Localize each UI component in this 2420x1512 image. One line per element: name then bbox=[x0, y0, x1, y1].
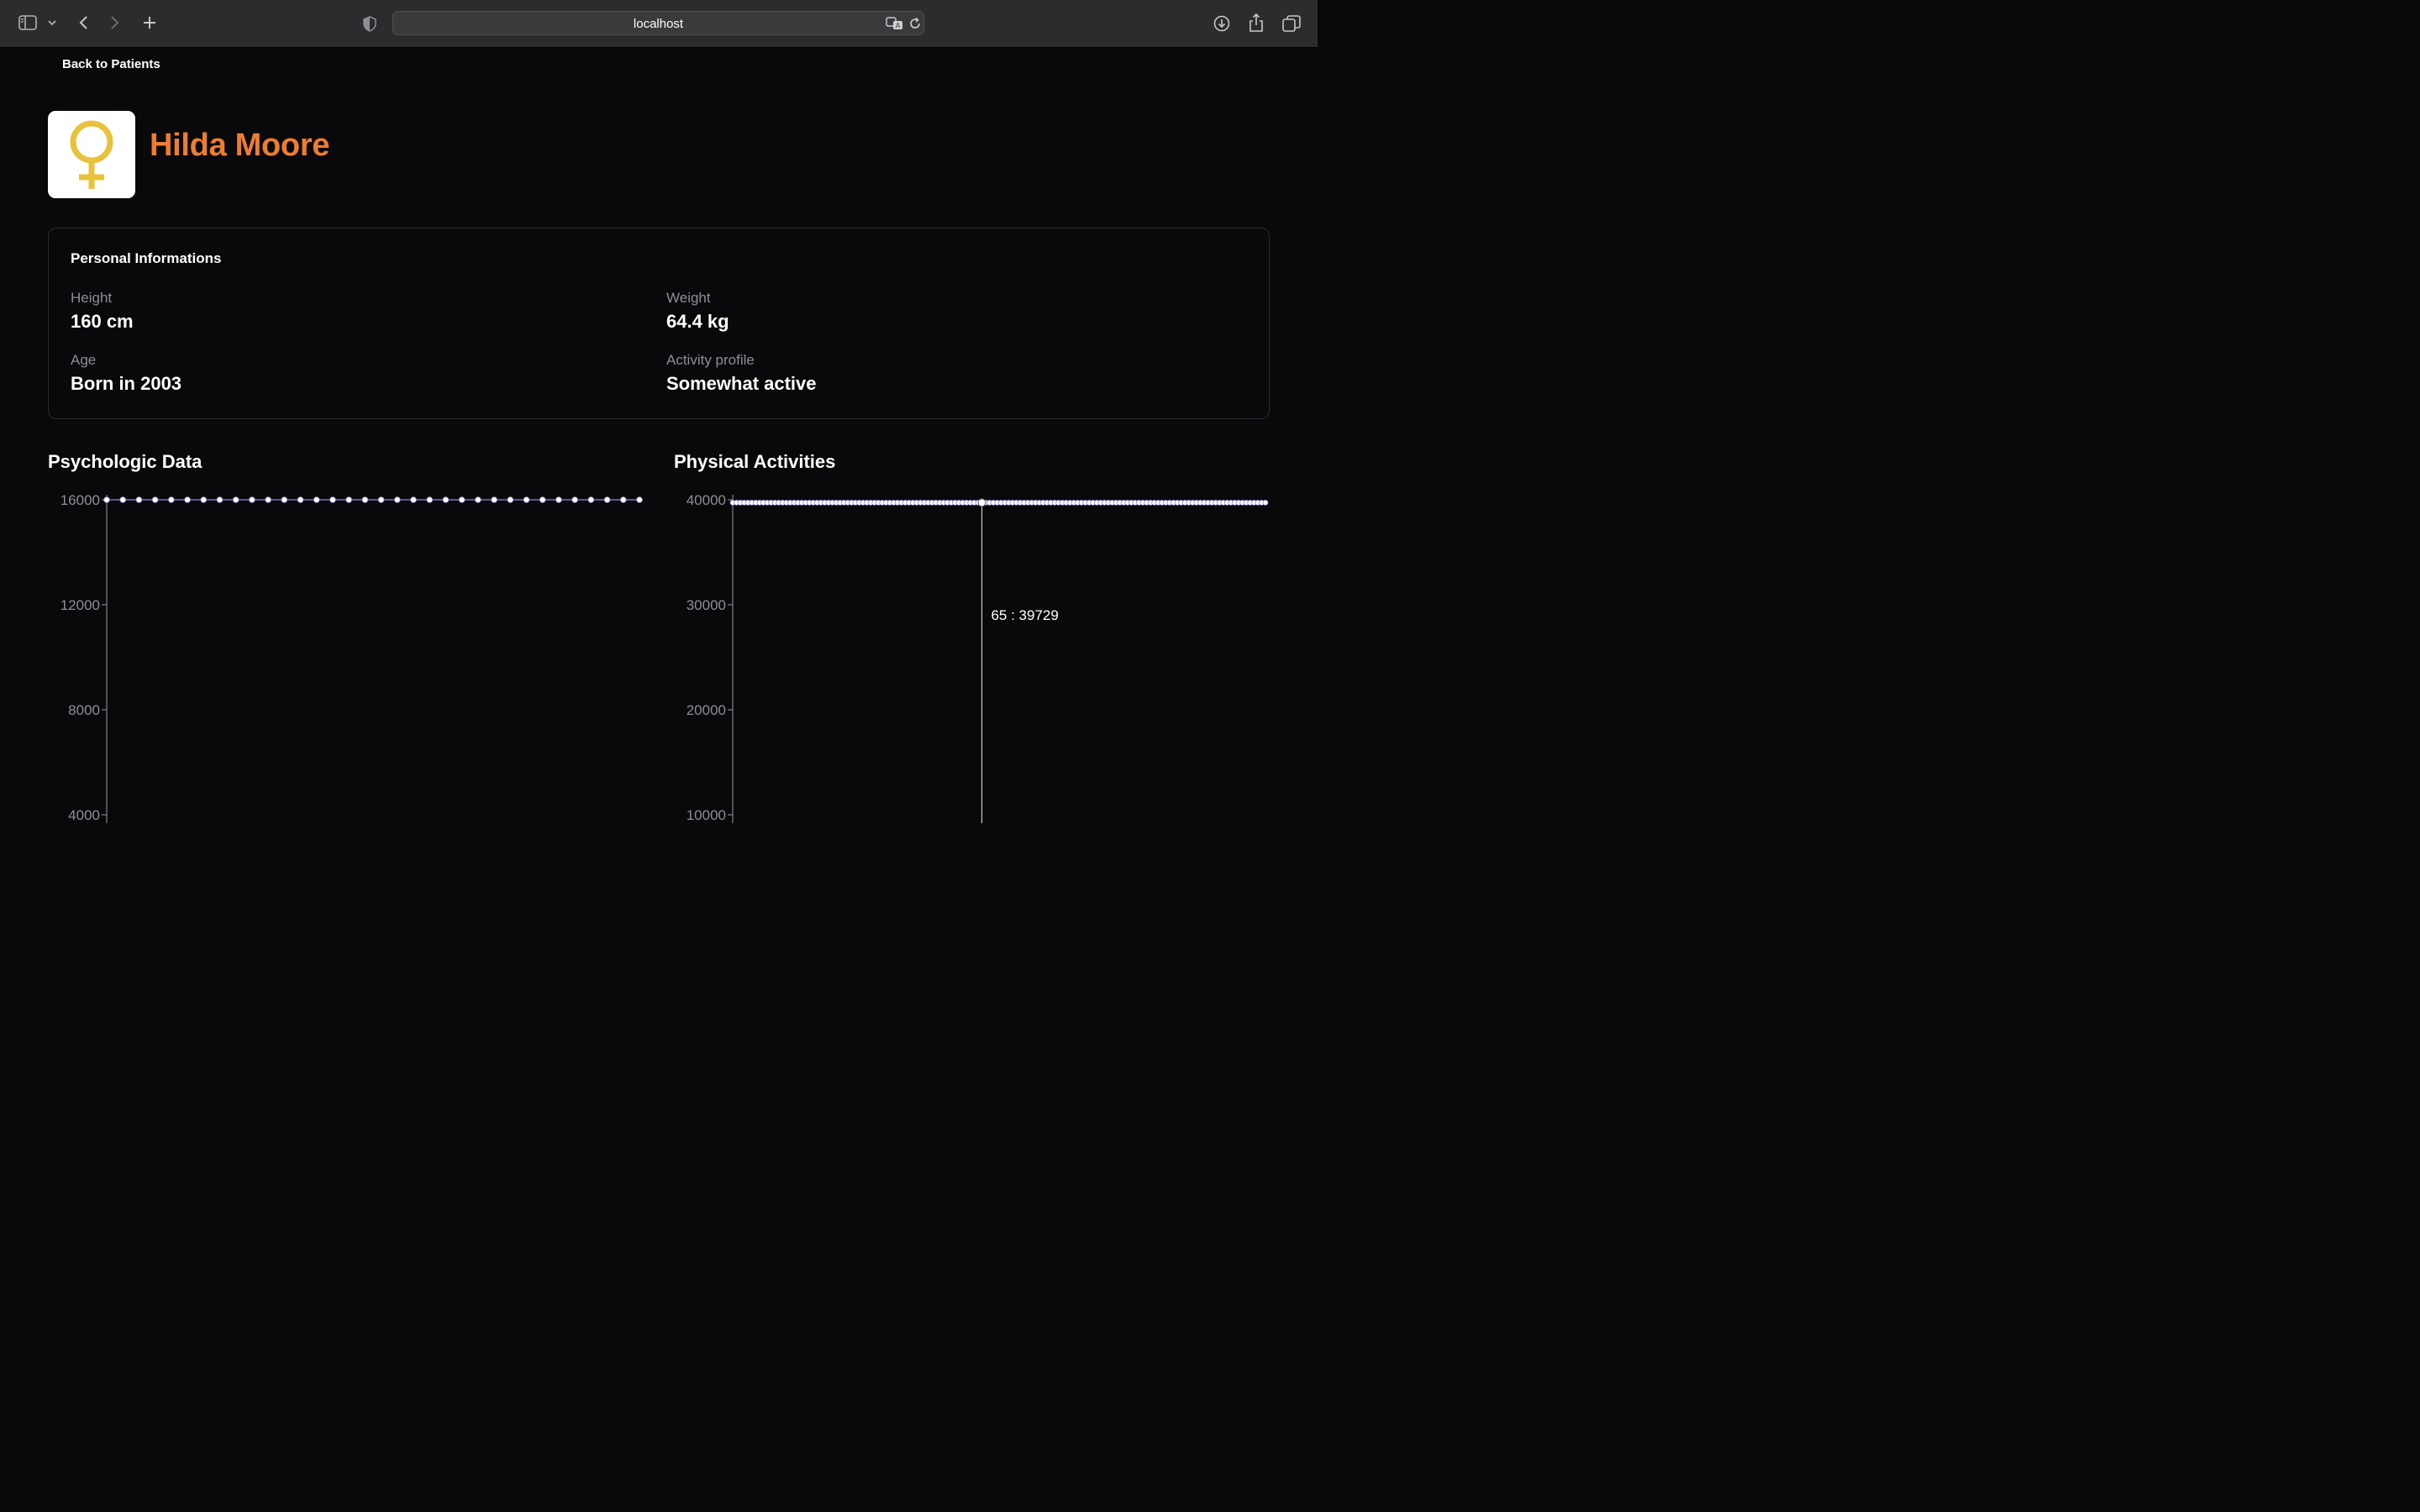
data-point bbox=[184, 496, 191, 503]
svg-text:A: A bbox=[896, 22, 901, 29]
height-label: Height bbox=[71, 290, 113, 306]
share-icon[interactable] bbox=[1247, 13, 1265, 33]
chart-tooltip: 65 : 39729 bbox=[991, 607, 1058, 623]
data-point bbox=[410, 496, 417, 503]
data-point bbox=[587, 496, 595, 503]
data-point bbox=[491, 496, 497, 503]
url-text[interactable]: localhost bbox=[393, 12, 923, 36]
data-point bbox=[394, 496, 401, 503]
y-tick-label: 20000 bbox=[687, 702, 726, 718]
data-point bbox=[297, 496, 304, 503]
weight-label: Weight bbox=[666, 290, 711, 306]
active-data-point bbox=[977, 498, 986, 507]
data-point bbox=[103, 496, 110, 503]
data-point bbox=[1262, 499, 1269, 506]
personal-info-title: Personal Informations bbox=[71, 250, 222, 266]
personal-info-card: Personal Informations Height 160 cm Weig… bbox=[48, 228, 1270, 419]
psychologic-data-title: Psychologic Data bbox=[48, 451, 203, 472]
data-point bbox=[361, 496, 369, 503]
activity-profile-value: Somewhat active bbox=[666, 373, 817, 394]
y-tick-label: 30000 bbox=[687, 597, 726, 613]
activity-profile-label: Activity profile bbox=[666, 352, 755, 368]
weight-value: 64.4 kg bbox=[666, 311, 729, 332]
data-point bbox=[135, 496, 143, 503]
data-point bbox=[603, 496, 611, 503]
tab-overview-icon[interactable] bbox=[1281, 14, 1302, 33]
data-point bbox=[523, 496, 530, 503]
back-to-patients-link[interactable]: Back to Patients bbox=[62, 57, 160, 71]
data-point bbox=[329, 496, 336, 503]
data-point bbox=[555, 496, 562, 503]
data-point bbox=[345, 496, 352, 503]
y-tick-label: 16000 bbox=[60, 492, 100, 508]
forward-arrow-icon[interactable] bbox=[106, 13, 124, 32]
back-arrow-icon[interactable] bbox=[74, 13, 92, 32]
data-point bbox=[636, 496, 643, 503]
y-tick-label: 12000 bbox=[60, 597, 100, 613]
data-point bbox=[442, 496, 450, 503]
chevron-down-icon[interactable] bbox=[46, 17, 58, 29]
data-point bbox=[571, 496, 578, 503]
data-point bbox=[458, 496, 466, 503]
sidebar-toggle-icon[interactable] bbox=[18, 14, 37, 31]
data-point bbox=[232, 496, 239, 503]
physical-activities-chart[interactable]: 40000 30000 20000 10000 65 : 39729 bbox=[674, 479, 1279, 823]
psychologic-data-chart[interactable]: 16000 12000 8000 4000 bbox=[48, 479, 653, 823]
reload-icon[interactable] bbox=[908, 17, 922, 30]
y-tick-label: 8000 bbox=[68, 702, 100, 718]
age-value: Born in 2003 bbox=[71, 373, 182, 394]
data-point bbox=[507, 496, 514, 503]
physical-activities-title: Physical Activities bbox=[674, 451, 836, 472]
browser-toolbar: localhost A bbox=[0, 0, 1318, 48]
data-point bbox=[281, 496, 288, 503]
privacy-shield-icon[interactable] bbox=[361, 14, 378, 33]
data-point bbox=[151, 496, 159, 503]
data-point bbox=[200, 496, 208, 503]
data-point bbox=[249, 496, 255, 503]
patient-name: Hilda Moore bbox=[150, 128, 330, 163]
y-tick-label: 10000 bbox=[687, 807, 726, 823]
new-tab-icon[interactable] bbox=[140, 13, 159, 32]
data-point bbox=[265, 496, 271, 503]
data-point bbox=[216, 496, 224, 503]
data-point bbox=[619, 496, 627, 503]
data-point bbox=[377, 496, 385, 503]
y-tick-label: 4000 bbox=[68, 807, 100, 823]
data-point bbox=[168, 496, 175, 503]
data-point bbox=[475, 496, 481, 503]
age-label: Age bbox=[71, 352, 97, 368]
y-tick-label: 40000 bbox=[687, 492, 726, 508]
translate-icon[interactable]: A bbox=[886, 16, 904, 31]
address-bar[interactable]: localhost A bbox=[392, 11, 924, 35]
data-point bbox=[539, 496, 546, 503]
data-point bbox=[313, 496, 320, 503]
female-symbol-icon bbox=[70, 120, 113, 189]
data-point bbox=[426, 496, 434, 503]
avatar bbox=[48, 111, 135, 198]
data-point bbox=[119, 496, 127, 503]
height-value: 160 cm bbox=[71, 311, 134, 332]
download-icon[interactable] bbox=[1213, 14, 1231, 33]
